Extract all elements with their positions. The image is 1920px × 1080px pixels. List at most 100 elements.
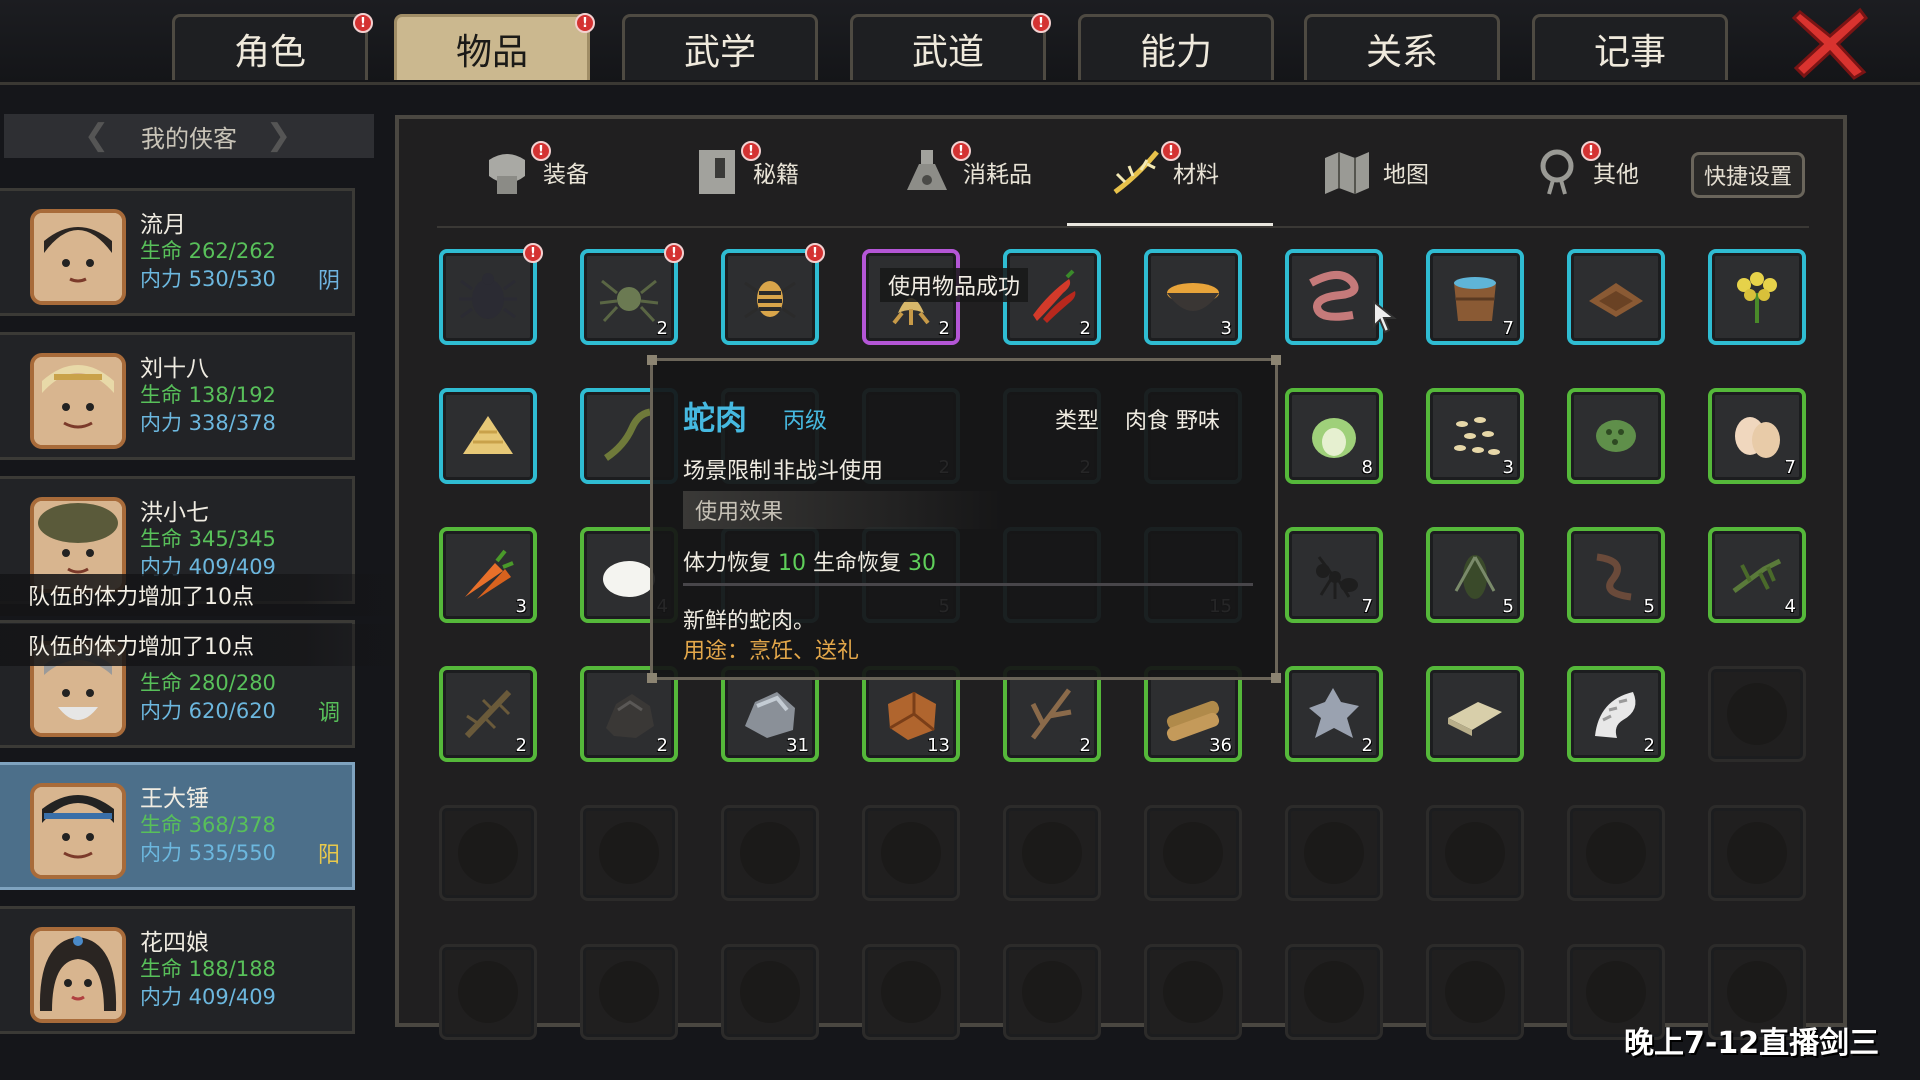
inventory-slot[interactable]: 8: [1285, 388, 1383, 484]
empty-inventory-slot[interactable]: [1003, 944, 1101, 1040]
inventory-slot[interactable]: [1708, 249, 1806, 345]
roster-title: 我的侠客: [141, 124, 237, 153]
alert-badge-icon: !: [805, 243, 825, 263]
inventory-slot[interactable]: 2!: [580, 243, 684, 345]
green-spider-icon: [599, 279, 659, 323]
tab-abilities[interactable]: 能力: [1078, 14, 1274, 80]
wolf-pelt-icon: [1309, 688, 1359, 738]
empty-inventory-slot[interactable]: [1708, 666, 1806, 762]
tab-character[interactable]: 角色 !: [172, 13, 373, 80]
empty-inventory-slot[interactable]: [1285, 944, 1383, 1040]
map-icon: [1325, 152, 1369, 194]
inventory-slot[interactable]: 31: [721, 666, 819, 762]
empty-inventory-slot[interactable]: [1144, 805, 1242, 901]
inventory-slot[interactable]: 3: [1426, 388, 1524, 484]
subtab-equipment[interactable]: 装备 !: [481, 137, 589, 207]
character-card-selected[interactable]: 王大锤 生命 368/378 内力 535/550 阳: [0, 762, 355, 890]
black-beetle-icon: [459, 273, 517, 319]
inventory-slot[interactable]: [1567, 249, 1665, 345]
black-ant-icon: [1316, 556, 1358, 599]
inventory-slot[interactable]: !: [439, 243, 543, 345]
empty-inventory-slot[interactable]: [580, 944, 678, 1040]
subtab-manuals[interactable]: 秘籍 !: [691, 137, 799, 207]
character-card[interactable]: 刘十八 生命 138/192 内力 338/378: [0, 332, 355, 460]
inventory-slot[interactable]: 2: [1285, 666, 1383, 762]
tab-label: 武学: [683, 31, 756, 73]
subtab-maps[interactable]: 地图: [1321, 137, 1429, 207]
inventory-slot[interactable]: [1567, 388, 1665, 484]
character-mp: 内力 409/409: [140, 985, 276, 1009]
inventory-slot[interactable]: 5: [1426, 527, 1524, 623]
item-count: 2: [656, 735, 668, 756]
inventory-slot[interactable]: 7: [1708, 388, 1806, 484]
empty-inventory-slot[interactable]: [721, 805, 819, 901]
character-hp: 生命 138/192: [140, 383, 276, 407]
empty-inventory-slot[interactable]: [1285, 805, 1383, 901]
chevron-right-icon[interactable]: ❯: [266, 118, 291, 153]
tab-label: 角色: [233, 31, 306, 73]
brown-pastry-icon: [1589, 283, 1643, 317]
subtab-others[interactable]: 其他 !: [1531, 137, 1639, 207]
empty-inventory-slot[interactable]: [439, 805, 537, 901]
inventory-slot[interactable]: [1426, 666, 1524, 762]
inventory-slot[interactable]: 3: [439, 527, 537, 623]
carrot-icon: [465, 549, 514, 599]
character-hp: 生命 188/188: [140, 957, 276, 981]
inventory-slot[interactable]: [1285, 249, 1383, 345]
inventory-slot[interactable]: 2: [439, 666, 537, 762]
empty-inventory-slot[interactable]: [580, 805, 678, 901]
tab-martial-arts[interactable]: 武学: [622, 14, 818, 80]
inventory-slot[interactable]: 7: [1426, 249, 1524, 345]
tooltip-corner: [1271, 673, 1281, 683]
subtab-materials[interactable]: 材料 !: [1111, 137, 1219, 207]
alert-badge-icon: !: [741, 141, 761, 161]
item-count: 7: [1502, 318, 1514, 339]
close-x-icon[interactable]: [1790, 4, 1870, 80]
inventory-slot[interactable]: [439, 388, 537, 484]
item-count: 2: [1361, 735, 1373, 756]
item-count: 2: [656, 318, 668, 339]
inventory-slot[interactable]: 2: [580, 666, 678, 762]
inventory-slot[interactable]: 2: [1567, 666, 1665, 762]
empty-inventory-slot[interactable]: [721, 944, 819, 1040]
empty-inventory-slot[interactable]: [862, 944, 960, 1040]
empty-inventory-slot[interactable]: [439, 944, 537, 1040]
character-card[interactable]: 花四娘 生命 188/188 内力 409/409: [0, 906, 355, 1034]
empty-inventory-slot[interactable]: [1426, 805, 1524, 901]
tab-wudao[interactable]: 武道 !: [850, 13, 1051, 80]
inventory-slot[interactable]: !: [721, 243, 825, 345]
alert-badge-icon: !: [575, 13, 595, 33]
grain-pile-icon: [463, 416, 513, 454]
use-success-message: 使用物品成功: [880, 268, 1029, 302]
inventory-slot[interactable]: 7: [1285, 527, 1383, 623]
inventory-slot[interactable]: 4: [1708, 527, 1806, 623]
scene-restriction-label: 场景限制: [683, 459, 772, 484]
empty-inventory-slot[interactable]: [1003, 805, 1101, 901]
quick-settings-button[interactable]: 快捷设置: [1691, 152, 1805, 198]
inventory-slot[interactable]: 2: [1003, 666, 1101, 762]
empty-inventory-slot[interactable]: [1567, 805, 1665, 901]
empty-inventory-slot[interactable]: [862, 805, 960, 901]
character-card[interactable]: 流月 生命 262/262 内力 530/530 阴: [0, 188, 355, 316]
alert-badge-icon: !: [531, 141, 551, 161]
inventory-slot[interactable]: 36: [1144, 666, 1242, 762]
character-mp: 内力 620/620: [140, 699, 276, 723]
tab-journal[interactable]: 记事: [1532, 14, 1728, 80]
chevron-left-icon[interactable]: ❮: [84, 118, 109, 153]
inventory-slot[interactable]: 5: [1567, 527, 1665, 623]
empty-inventory-slot[interactable]: [1708, 805, 1806, 901]
centipede-icon: [1596, 553, 1632, 601]
alert-badge-icon: !: [1161, 141, 1181, 161]
inventory-slot[interactable]: 13: [862, 666, 960, 762]
inventory-slot[interactable]: 3: [1144, 249, 1242, 345]
empty-inventory-slot[interactable]: [1426, 944, 1524, 1040]
subtab-label: 消耗品: [963, 162, 1032, 188]
alert-badge-icon: !: [664, 243, 684, 263]
branch-icon: [1030, 688, 1072, 740]
alert-badge-icon: !: [523, 243, 543, 263]
subtab-label: 材料: [1173, 162, 1219, 188]
subtab-consumables[interactable]: 消耗品 !: [901, 137, 1032, 207]
tab-relations[interactable]: 关系: [1304, 14, 1500, 80]
tab-items[interactable]: 物品 !: [394, 13, 595, 80]
empty-inventory-slot[interactable]: [1144, 944, 1242, 1040]
